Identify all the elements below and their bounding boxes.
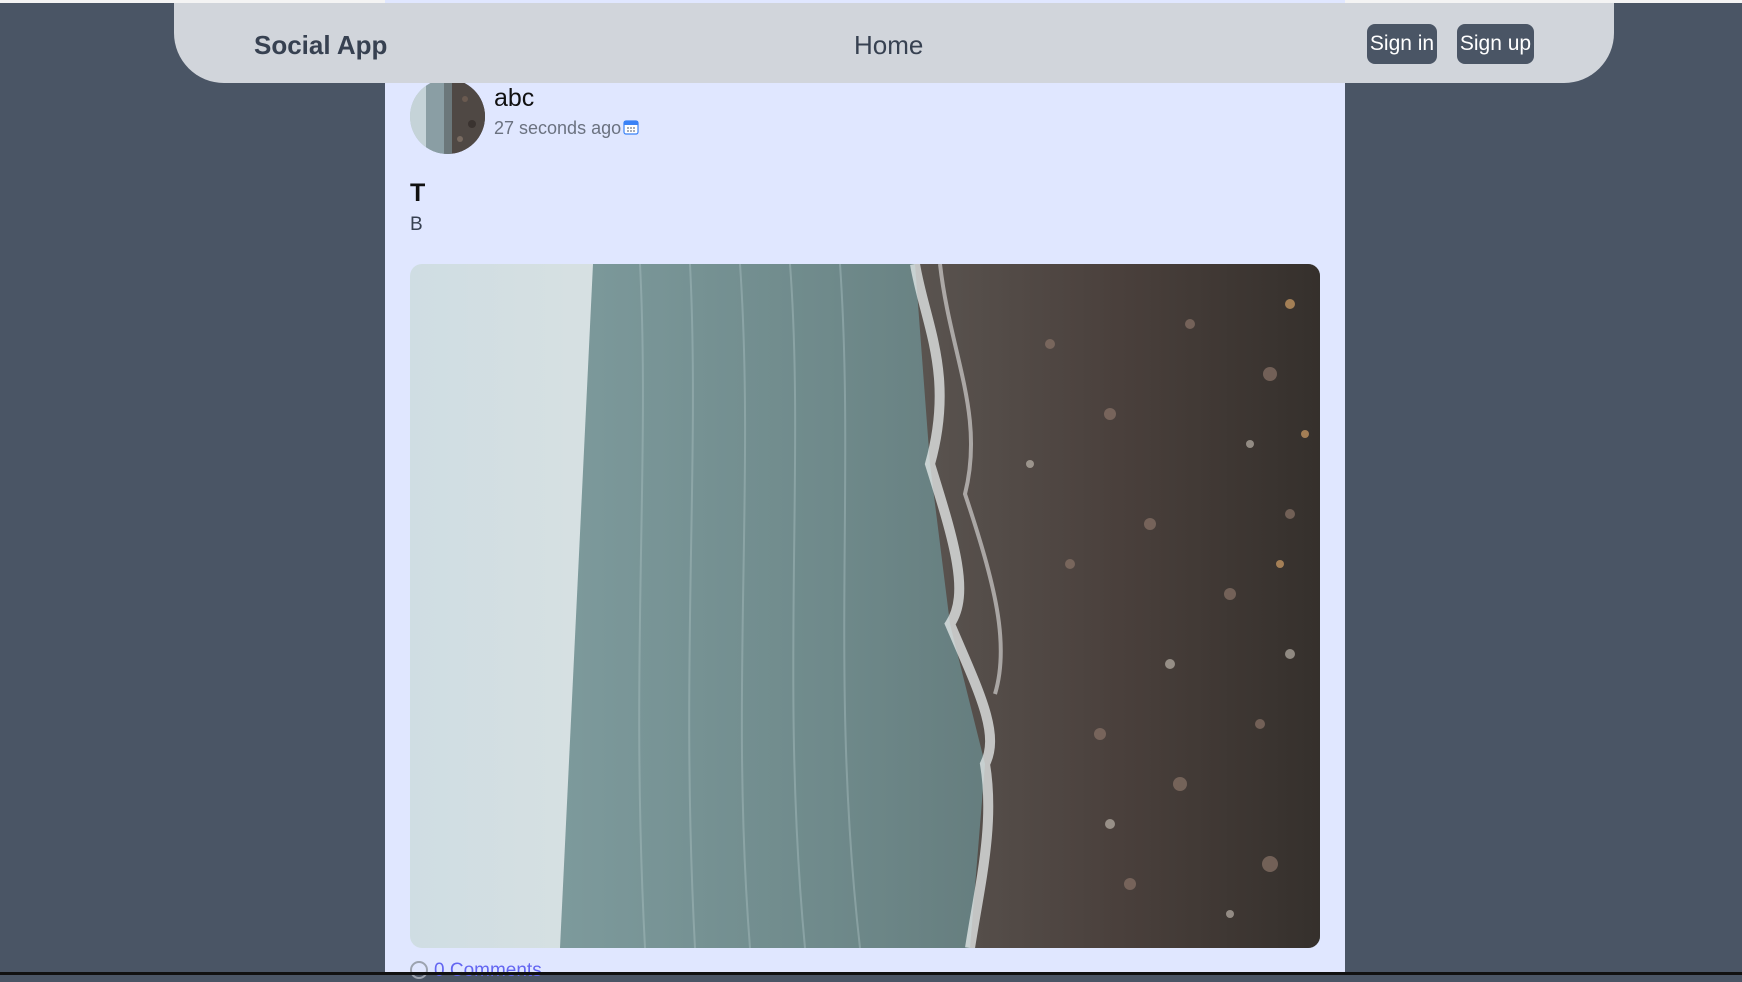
comments-link-label: 0 Comments: [434, 960, 542, 981]
post-title: T: [410, 179, 426, 207]
comments-link[interactable]: 0 Comments: [410, 960, 542, 982]
avatar[interactable]: [410, 79, 485, 154]
nav-home-link[interactable]: Home: [854, 30, 923, 61]
comment-icon: [410, 961, 428, 979]
sign-in-button[interactable]: Sign in: [1367, 24, 1437, 64]
post-timestamp: 27 seconds ago: [494, 118, 622, 138]
post-card: abc 27 seconds ago T B 0 Comments: [385, 0, 1345, 981]
post-author[interactable]: abc: [494, 84, 534, 113]
brand-logo-link[interactable]: Social App: [254, 30, 387, 61]
post-body: B: [410, 214, 423, 235]
navbar: Social App Home Sign in Sign up: [174, 3, 1614, 83]
post-image[interactable]: [410, 264, 1320, 948]
calendar-icon: [623, 120, 639, 135]
sign-up-button[interactable]: Sign up: [1457, 24, 1534, 64]
